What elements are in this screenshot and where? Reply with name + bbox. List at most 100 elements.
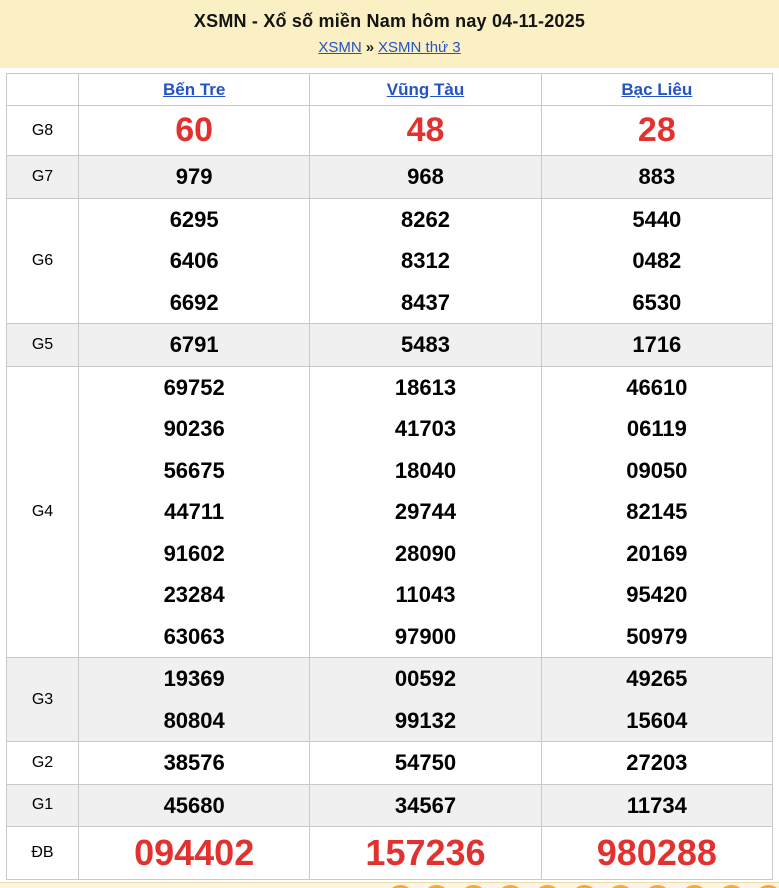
- prize-number: 6295: [79, 199, 309, 241]
- prize-number: 19369: [79, 658, 309, 700]
- prize-number: 82145: [542, 491, 772, 533]
- prize-cell-g7-col1: 979: [79, 156, 310, 199]
- prize-label-g4: G4: [7, 366, 79, 658]
- prize-number: 09050: [542, 450, 772, 492]
- prize-number: 44711: [79, 491, 309, 533]
- breadcrumb-link-xsmn[interactable]: XSMN: [318, 39, 361, 56]
- prize-cell-g4-col1: 69752902365667544711916022328463063: [79, 366, 310, 658]
- province-header-2: Vũng Tàu: [310, 74, 541, 106]
- prize-row-g2: G2385765475027203: [7, 742, 773, 785]
- prize-label-db: ĐB: [7, 827, 79, 880]
- prize-label-g8: G8: [7, 106, 79, 156]
- prize-number: 6530: [542, 282, 772, 324]
- prize-number: 8312: [310, 240, 540, 282]
- prize-cell-g2-col1: 38576: [79, 742, 310, 785]
- prize-cell-g5-col1: 6791: [79, 324, 310, 367]
- prize-number: 883: [542, 156, 772, 198]
- prize-cell-g3-col2: 0059299132: [310, 658, 541, 742]
- prize-cell-g2-col2: 54750: [310, 742, 541, 785]
- province-header-3: Bạc Liêu: [541, 74, 772, 106]
- province-link-1[interactable]: Bến Tre: [163, 80, 225, 99]
- province-header-1: Bến Tre: [79, 74, 310, 106]
- prize-cell-g8-col3: 28: [541, 106, 772, 156]
- prize-number: 56675: [79, 450, 309, 492]
- province-link-3[interactable]: Bạc Liêu: [621, 80, 692, 99]
- prize-number: 15604: [542, 700, 772, 742]
- prize-number: 00592: [310, 658, 540, 700]
- prize-cell-g2-col3: 27203: [541, 742, 772, 785]
- prize-cell-db-col2: 157236: [310, 827, 541, 880]
- prize-label-g1: G1: [7, 784, 79, 827]
- prize-cell-g4-col2: 18613417031804029744280901104397900: [310, 366, 541, 658]
- prize-number: 5440: [542, 199, 772, 241]
- prize-number: 8437: [310, 282, 540, 324]
- prize-cell-g7-col3: 883: [541, 156, 772, 199]
- breadcrumb-separator-icon: »: [366, 39, 374, 56]
- prize-number: 91602: [79, 533, 309, 575]
- prize-number: 979: [79, 156, 309, 198]
- prize-number: 45680: [79, 785, 309, 827]
- prize-row-g4: G469752902365667544711916022328463063186…: [7, 366, 773, 658]
- prize-row-g6: G6629564066692826283128437544004826530: [7, 198, 773, 324]
- prize-number: 11043: [310, 574, 540, 616]
- prize-number: 46610: [542, 367, 772, 409]
- prize-cell-g5-col3: 1716: [541, 324, 772, 367]
- prize-cell-db-col3: 980288: [541, 827, 772, 880]
- page-title: XSMN - Xổ số miền Nam hôm nay 04-11-2025: [0, 11, 779, 32]
- prize-label-g3: G3: [7, 658, 79, 742]
- prize-column-header: [7, 74, 79, 106]
- prize-cell-g6-col2: 826283128437: [310, 198, 541, 324]
- prize-number: 28090: [310, 533, 540, 575]
- prize-number: 20169: [542, 533, 772, 575]
- prize-number: 38576: [79, 742, 309, 784]
- page-header: XSMN - Xổ số miền Nam hôm nay 04-11-2025…: [0, 0, 779, 68]
- prize-row-g3: G3193698080400592991324926515604: [7, 658, 773, 742]
- results-table-body: G8604828G7979968883G66295640666928262831…: [7, 106, 773, 880]
- prize-number: 06119: [542, 408, 772, 450]
- prize-number: 968: [310, 156, 540, 198]
- prize-number: 18613: [310, 367, 540, 409]
- prize-number: 8262: [310, 199, 540, 241]
- prize-number: 6692: [79, 282, 309, 324]
- prize-number: 60: [79, 106, 309, 155]
- prize-row-g5: G5679154831716: [7, 324, 773, 367]
- prize-cell-g8-col2: 48: [310, 106, 541, 156]
- prize-number: 63063: [79, 616, 309, 658]
- prize-number: 69752: [79, 367, 309, 409]
- prize-number: 27203: [542, 742, 772, 784]
- prize-number: 49265: [542, 658, 772, 700]
- province-link-2[interactable]: Vũng Tàu: [387, 80, 464, 99]
- prize-number: 50979: [542, 616, 772, 658]
- prize-number: 5483: [310, 324, 540, 366]
- prize-number: 1716: [542, 324, 772, 366]
- loto-ball-strip: [0, 882, 779, 888]
- prize-number: 6791: [79, 324, 309, 366]
- prize-cell-g3-col3: 4926515604: [541, 658, 772, 742]
- prize-number: 97900: [310, 616, 540, 658]
- prize-label-g5: G5: [7, 324, 79, 367]
- prize-cell-g5-col2: 5483: [310, 324, 541, 367]
- prize-cell-g1-col3: 11734: [541, 784, 772, 827]
- prize-number: 90236: [79, 408, 309, 450]
- prize-number: 157236: [310, 827, 540, 879]
- prize-number: 34567: [310, 785, 540, 827]
- province-header-row: Bến Tre Vũng Tàu Bạc Liêu: [7, 74, 773, 106]
- prize-cell-g1-col1: 45680: [79, 784, 310, 827]
- prize-cell-g1-col2: 34567: [310, 784, 541, 827]
- breadcrumb: XSMN »XSMN thứ 3: [0, 39, 779, 56]
- prize-cell-g6-col1: 629564066692: [79, 198, 310, 324]
- prize-cell-g6-col3: 544004826530: [541, 198, 772, 324]
- prize-label-g6: G6: [7, 198, 79, 324]
- prize-number: 54750: [310, 742, 540, 784]
- breadcrumb-link-current[interactable]: XSMN thứ 3: [378, 39, 461, 56]
- prize-number: 99132: [310, 700, 540, 742]
- results-table-head: Bến Tre Vũng Tàu Bạc Liêu: [7, 74, 773, 106]
- prize-cell-g8-col1: 60: [79, 106, 310, 156]
- prize-number: 0482: [542, 240, 772, 282]
- prize-label-g2: G2: [7, 742, 79, 785]
- prize-cell-db-col1: 094402: [79, 827, 310, 880]
- prize-number: 18040: [310, 450, 540, 492]
- prize-row-db: ĐB094402157236980288: [7, 827, 773, 880]
- prize-number: 094402: [79, 827, 309, 879]
- prize-cell-g4-col3: 46610061190905082145201699542050979: [541, 366, 772, 658]
